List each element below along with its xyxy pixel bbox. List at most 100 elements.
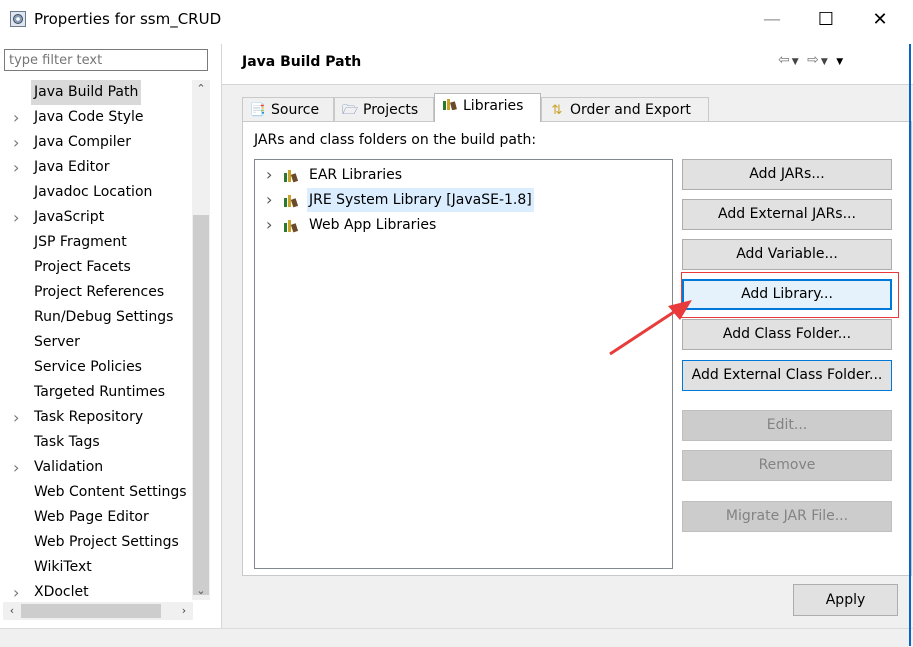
tree-item-label: XDoclet [34,584,89,600]
minimize-button[interactable]: — [752,6,792,34]
tree-item-label: Java Editor [34,159,110,175]
add-jars-button[interactable]: Add JARs... [682,159,892,190]
tree-item-label: Java Code Style [34,109,144,125]
add-external-class-folder-button[interactable]: Add External Class Folder... [682,360,892,391]
tab-label: Projects [363,102,419,118]
filter-input[interactable] [4,49,208,71]
tree-item[interactable]: › Java Editor [0,155,192,180]
add-external-jars-button[interactable]: Add External JARs... [682,199,892,230]
tree-item[interactable]: › XDoclet [0,580,192,600]
page-title: Java Build Path [242,54,362,70]
chevron-right-icon[interactable]: › [266,213,272,237]
tree-item-label: WikiText [34,559,92,575]
tree-item-label: Java Compiler [34,134,132,150]
tree-item[interactable]: WikiText [0,555,192,580]
tree-item[interactable]: Targeted Runtimes [0,380,192,405]
tab-projects[interactable]: 🗁 Projects [334,97,434,121]
tree-item[interactable]: JSP Fragment [0,230,192,255]
tree-item-label: Web Page Editor [34,509,149,525]
tree-item-label: Server [34,334,80,350]
tree-item[interactable]: Java Build Path [0,80,192,105]
library-icon [284,195,299,208]
chevron-right-icon[interactable]: › [13,580,19,600]
tree-item[interactable]: › Task Repository [0,405,192,430]
chevron-right-icon[interactable]: › [13,405,19,430]
chevron-right-icon[interactable]: › [13,105,19,130]
tree-item[interactable]: › Java Compiler [0,130,192,155]
add-class-folder-button[interactable]: Add Class Folder... [682,319,892,350]
chevron-right-icon[interactable]: › [13,205,19,230]
tree-item[interactable]: Javadoc Location [0,180,192,205]
remove-button[interactable]: Remove [682,450,892,481]
tree-item[interactable]: Run/Debug Settings [0,305,192,330]
tab-label: Source [271,102,320,118]
migrate-jar-file-button[interactable]: Migrate JAR File... [682,501,892,532]
tree-item-label: Task Tags [34,434,100,450]
library-tree[interactable]: › EAR Libraries › JRE System Library [JavaS… [254,159,673,569]
hscroll-thumb[interactable] [21,604,161,618]
tree-item[interactable]: Server [0,330,192,355]
source-folder-icon: 📑 [249,103,267,118]
tab-label: Libraries [463,98,524,114]
library-label: JRE System Library [JavaSE-1.8] [307,188,534,212]
chevron-right-icon[interactable]: › [13,130,19,155]
window-title: Properties for ssm_CRUD [34,10,222,28]
tree-item-label: Project Facets [34,259,131,275]
title-bar: Properties for ssm_CRUD — ☐ ✕ [0,0,913,40]
tree-item[interactable]: Project Facets [0,255,192,280]
projects-folder-icon: 🗁 [341,103,359,118]
dialog-footer [0,628,913,647]
edit-button[interactable]: Edit... [682,410,892,441]
tab-source[interactable]: 📑 Source [242,97,334,121]
library-icon [284,220,299,233]
build-path-tabs: 📑 Source 🗁 Projects Libraries ⇅ Order and E… [242,93,912,122]
forward-dropdown-icon[interactable]: ▼ [821,57,830,67]
page-header: Java Build Path ⇦▼ ⇨▼ ▼ [222,44,913,85]
scroll-right-icon[interactable]: › [175,602,193,620]
gear-app-icon [10,11,26,27]
close-button[interactable]: ✕ [860,6,900,34]
tree-item[interactable]: Web Page Editor [0,505,192,530]
tree-item[interactable]: Service Policies [0,355,192,380]
scroll-thumb[interactable] [193,215,209,595]
view-menu-icon[interactable]: ▼ [836,57,845,67]
tree-item[interactable]: › Java Code Style [0,105,192,130]
tree-vertical-scrollbar[interactable]: ⌃ ⌄ [192,80,210,600]
preference-tree: Java Build Path › Java Code Style › Java Com… [0,80,192,600]
scroll-left-icon[interactable]: ‹ [3,602,21,620]
tab-order-and-export[interactable]: ⇅ Order and Export [541,97,709,121]
tree-item[interactable]: Project References [0,280,192,305]
tree-item-label: Task Repository [34,409,144,425]
tree-item-label: Java Build Path [31,80,142,105]
tree-item-label: JavaScript [34,209,105,225]
tree-horizontal-scrollbar[interactable]: ‹ › [3,602,193,620]
build-path-list-label: JARs and class folders on the build path… [254,132,537,148]
tree-item[interactable]: Web Content Settings [0,480,192,505]
tree-item[interactable]: › Validation [0,455,192,480]
tree-item[interactable]: › JavaScript [0,205,192,230]
library-label: Web App Libraries [309,217,437,233]
preference-nav-panel: Java Build Path › Java Code Style › Java Com… [0,44,222,628]
tab-libraries[interactable]: Libraries [434,93,541,122]
add-variable-button[interactable]: Add Variable... [682,239,892,270]
annotation-highlight-box [681,272,899,318]
back-dropdown-icon[interactable]: ▼ [792,57,801,67]
chevron-right-icon[interactable]: › [266,188,272,212]
chevron-right-icon[interactable]: › [13,455,19,480]
library-label: EAR Libraries [309,167,403,183]
chevron-right-icon[interactable]: › [13,155,19,180]
tree-item-label: Targeted Runtimes [34,384,166,400]
maximize-button[interactable]: ☐ [806,6,846,34]
window-edge [909,44,911,646]
tree-item-label: JSP Fragment [34,234,127,250]
tree-item[interactable]: Web Project Settings [0,530,192,555]
annotation-arrow-icon [609,300,692,356]
forward-arrow-icon[interactable]: ⇨ [807,52,821,68]
tree-item-label: Project References [34,284,165,300]
chevron-right-icon[interactable]: › [266,163,272,187]
apply-button[interactable]: Apply [793,584,898,616]
scroll-down-icon[interactable]: ⌄ [192,582,210,600]
tree-item[interactable]: Task Tags [0,430,192,455]
back-arrow-icon[interactable]: ⇦ [778,52,792,68]
scroll-up-icon[interactable]: ⌃ [192,80,210,98]
